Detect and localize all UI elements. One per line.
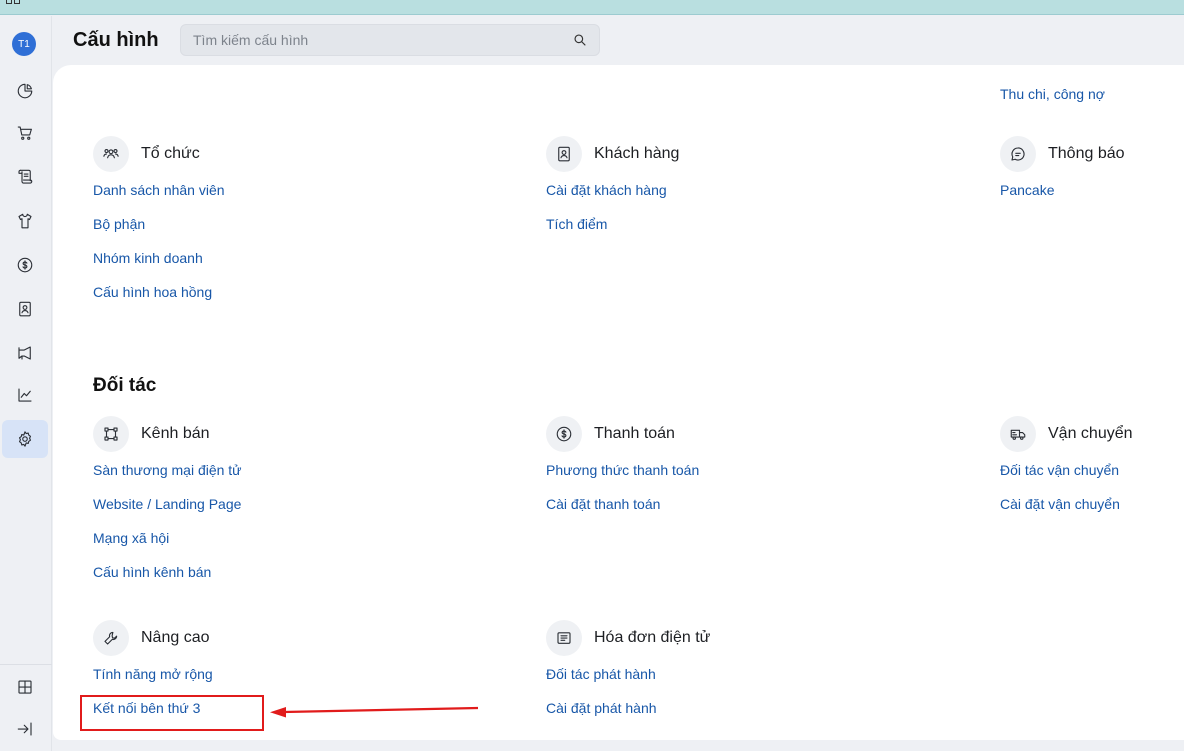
link-tinh-nang-mo-rong[interactable]: Tính năng mở rộng: [93, 665, 393, 699]
link-thu-chi-cong-no[interactable]: Thu chi, công nợ: [1000, 85, 1105, 119]
settings-panel: Thu chi, công nợ Tổ chức Danh sách nhân …: [53, 65, 1184, 740]
annotation-arrow: [270, 706, 479, 718]
sidebar-item-customers[interactable]: [2, 290, 48, 328]
group-khach-hang: Khách hàng Cài đặt khách hàng Tích điểm: [546, 136, 846, 249]
group-to-chuc: Tổ chức Danh sách nhân viên Bộ phận Nhóm…: [93, 136, 393, 317]
group-title: Tổ chức: [141, 145, 200, 162]
page-title: Cấu hình: [73, 29, 159, 51]
group-title: Nâng cao: [141, 629, 210, 646]
gear-icon: [18, 431, 32, 447]
group-van-chuyen: Vận chuyển Đối tác vận chuyển Cài đặt vậ…: [1000, 416, 1180, 529]
link-phuong-thuc-thanh-toan[interactable]: Phương thức thanh toán: [546, 461, 846, 495]
group-kenh-ban: Kênh bán Sàn thương mại điện tử Website …: [93, 416, 393, 597]
link-tich-diem[interactable]: Tích điểm: [546, 215, 846, 249]
sidebar-item-products[interactable]: [2, 202, 48, 240]
group-thong-bao: Thông báo Pancake: [1000, 136, 1180, 215]
sidebar-item-reports[interactable]: [2, 376, 48, 414]
group-title: Thông báo: [1048, 145, 1125, 162]
dollar-icon: [17, 257, 33, 273]
grid-icon[interactable]: [6, 0, 22, 6]
sidebar: T1: [0, 16, 52, 751]
group-hoa-don-dien-tu: Hóa đơn điện tử Đối tác phát hành Cài đặ…: [546, 620, 846, 733]
group-title: Thanh toán: [594, 425, 675, 442]
grid-icon: [18, 680, 32, 694]
arrow-right-bar-icon: [17, 722, 32, 736]
sidebar-divider: [0, 664, 52, 665]
contact-icon: [546, 136, 582, 172]
link-cai-dat-thanh-toan[interactable]: Cài đặt thanh toán: [546, 495, 846, 529]
pie-chart-icon: [17, 83, 33, 99]
link-mang-xa-hoi[interactable]: Mạng xã hội: [93, 529, 393, 563]
channel-icon: [93, 416, 129, 452]
contact-icon: [19, 301, 31, 317]
group-thanh-toan: Thanh toán Phương thức thanh toán Cài đặ…: [546, 416, 846, 529]
group-title: Hóa đơn điện tử: [594, 629, 711, 646]
link-nhom-kinh-doanh[interactable]: Nhóm kinh doanh: [93, 249, 393, 283]
link-website-landing-page[interactable]: Website / Landing Page: [93, 495, 393, 529]
scroll-icon: [18, 169, 33, 184]
chat-icon: [1000, 136, 1036, 172]
group-title: Khách hàng: [594, 145, 680, 162]
sidebar-item-settings[interactable]: [2, 420, 48, 458]
invoice-icon: [546, 620, 582, 656]
truck-icon: [1000, 416, 1036, 452]
sidebar-item-dashboard[interactable]: [2, 72, 48, 110]
group-title: Vận chuyển: [1048, 425, 1133, 442]
sidebar-item-receipts[interactable]: [2, 158, 48, 196]
link-doi-tac-van-chuyen[interactable]: Đối tác vận chuyển: [1000, 461, 1180, 495]
link-pancake[interactable]: Pancake: [1000, 181, 1180, 215]
search-box[interactable]: [180, 24, 600, 56]
group-title: Kênh bán: [141, 425, 210, 442]
search-icon[interactable]: [573, 33, 587, 47]
megaphone-icon: [18, 346, 31, 360]
link-cai-dat-khach-hang[interactable]: Cài đặt khách hàng: [546, 181, 846, 215]
top-window-strip: [0, 0, 1184, 15]
sidebar-collapse-button[interactable]: [2, 710, 48, 748]
sidebar-item-finance[interactable]: [2, 246, 48, 284]
link-bo-phan[interactable]: Bộ phận: [93, 215, 393, 249]
link-cai-dat-van-chuyen[interactable]: Cài đặt vận chuyển: [1000, 495, 1180, 529]
section-title-doi-tac: Đối tác: [93, 375, 157, 396]
link-danh-sach-nhan-vien[interactable]: Danh sách nhân viên: [93, 181, 393, 215]
search-input[interactable]: [181, 25, 561, 55]
shirt-icon: [18, 213, 32, 229]
sidebar-item-marketing[interactable]: [2, 334, 48, 372]
sidebar-item-orders[interactable]: [2, 114, 48, 152]
link-cau-hinh-kenh-ban[interactable]: Cấu hình kênh bán: [93, 563, 393, 597]
line-chart-icon: [18, 388, 32, 402]
link-cai-dat-phat-hanh[interactable]: Cài đặt phát hành: [546, 699, 846, 733]
users-icon: [93, 136, 129, 172]
cart-icon: [17, 126, 32, 140]
dollar-icon: [546, 416, 582, 452]
link-doi-tac-phat-hanh[interactable]: Đối tác phát hành: [546, 665, 846, 699]
avatar[interactable]: T1: [12, 32, 36, 56]
highlight-box: [80, 695, 264, 731]
wrench-icon: [93, 620, 129, 656]
link-san-thuong-mai-dien-tu[interactable]: Sàn thương mại điện tử: [93, 461, 393, 495]
sidebar-item-apps[interactable]: [2, 668, 48, 706]
link-cau-hinh-hoa-hong[interactable]: Cấu hình hoa hồng: [93, 283, 393, 317]
